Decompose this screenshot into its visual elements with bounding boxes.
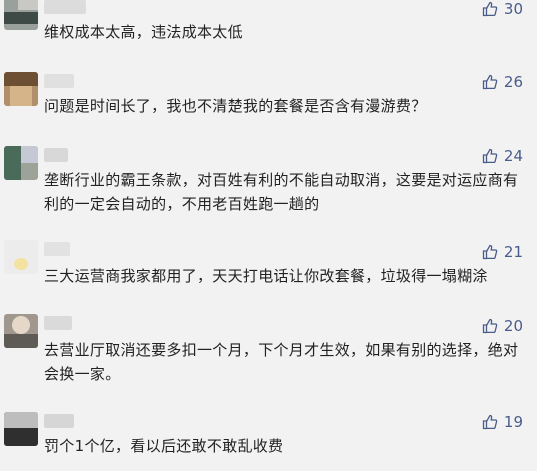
like-button[interactable]: 30 [482,0,523,19]
username-blurred[interactable] [44,316,72,330]
thumbs-up-icon [482,148,498,164]
like-button[interactable]: 20 [482,316,523,336]
like-count: 26 [503,73,523,91]
comment-text: 垄断行业的霸王条款，对百姓有利的不能自动取消，这要是对运应商有利的一定会自动的，… [44,171,519,213]
username-blurred[interactable] [44,0,86,14]
thumbs-up-icon [482,318,498,334]
avatar[interactable] [4,412,38,446]
like-button[interactable]: 21 [482,242,523,262]
comment-text: 罚个1个亿，看以后还敢不敢乱收费 [44,437,284,455]
like-count: 20 [503,317,523,335]
like-button[interactable]: 26 [482,72,523,92]
like-count: 24 [503,147,523,165]
comment-text: 维权成本太高，违法成本太低 [44,23,243,41]
like-button[interactable]: 24 [482,146,523,166]
avatar[interactable] [4,72,38,106]
comment-text: 去营业厅取消还要多扣一个月，下个月才生效，如果有别的选择，绝对会换一家。 [44,341,519,383]
thumbs-up-icon [482,244,498,260]
thumbs-up-icon [482,414,498,430]
username-blurred[interactable] [44,414,74,428]
avatar[interactable] [4,146,38,180]
avatar[interactable] [4,314,38,348]
comment-text: 三大运营商我家都用了，天天打电话让你改套餐，垃圾得一塌糊涂 [44,267,488,285]
like-count: 19 [503,413,523,431]
thumbs-up-icon [482,1,498,17]
username-blurred[interactable] [44,242,70,256]
username-blurred[interactable] [44,148,68,162]
like-count: 30 [503,0,523,18]
like-button[interactable]: 19 [482,412,523,432]
comment-text: 问题是时间长了，我也不清楚我的套餐是否含有漫游费？ [44,97,427,115]
avatar[interactable] [4,0,38,30]
like-count: 21 [503,243,523,261]
thumbs-up-icon [482,74,498,90]
avatar[interactable] [4,240,38,274]
username-blurred[interactable] [44,74,74,88]
